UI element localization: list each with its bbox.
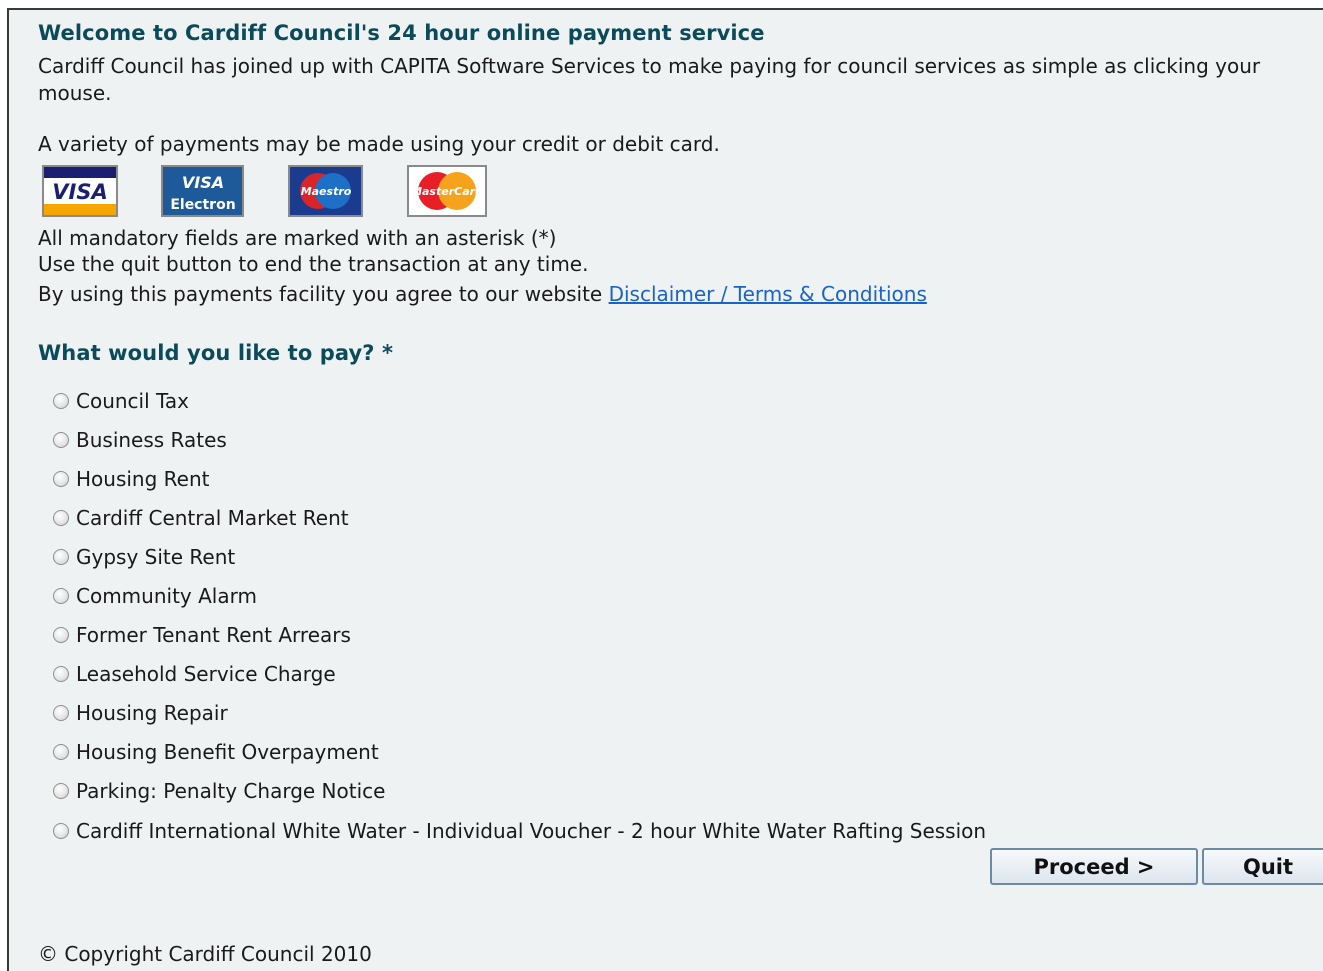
option-central-market-rent[interactable]: Cardiff Central Market Rent [53,498,986,537]
visa-card-icon: VISA [42,165,118,217]
terms-line: By using this payments facility you agre… [38,281,927,308]
radio-button[interactable] [53,431,69,448]
intro-text: Cardiff Council has joined up with CAPIT… [38,54,1261,105]
radio-button[interactable] [53,548,69,565]
cards-accepted-text: A variety of payments may be made using … [38,132,720,156]
option-parking-penalty-charge[interactable]: Parking: Penalty Charge Notice [53,772,986,811]
option-leasehold-service-charge[interactable]: Leasehold Service Charge [53,655,986,694]
visa-electron-card-icon: VISA Electron [161,165,244,217]
option-gypsy-site-rent[interactable]: Gypsy Site Rent [53,537,986,576]
option-label: Gypsy Site Rent [76,544,236,569]
option-community-alarm[interactable]: Community Alarm [53,576,986,615]
option-label: Housing Repair [76,701,228,726]
option-label: Community Alarm [76,584,257,609]
svg-text:VISA: VISA [52,180,107,204]
payment-panel: Welcome to Cardiff Council's 24 hour onl… [7,8,1323,971]
terms-prefix: By using this payments facility you agre… [38,282,603,306]
option-white-water-voucher[interactable]: Cardiff International White Water - Indi… [53,811,986,850]
option-former-tenant-rent-arrears[interactable]: Former Tenant Rent Arrears [53,616,986,655]
quit-button[interactable]: Quit [1202,848,1323,885]
mastercard-card-icon: MasterCard [407,165,487,217]
svg-text:Maestro: Maestro [301,185,352,198]
option-label: Cardiff International White Water - Indi… [76,818,987,843]
option-label: Former Tenant Rent Arrears [76,623,351,648]
option-housing-rent[interactable]: Housing Rent [53,459,986,498]
quit-label: Quit [1242,854,1294,879]
radio-button[interactable] [53,509,69,526]
option-label: Housing Benefit Overpayment [76,740,379,765]
radio-button[interactable] [53,392,69,409]
disclaimer-terms-link[interactable]: Disclaimer / Terms & Conditions [609,282,927,306]
radio-button[interactable] [53,666,69,683]
option-label: Business Rates [76,427,227,452]
mandatory-fields-note: All mandatory fields are marked with an … [38,226,557,250]
option-housing-repair[interactable]: Housing Repair [53,694,986,733]
option-label: Parking: Penalty Charge Notice [76,779,386,804]
svg-text:Electron: Electron [170,197,235,213]
option-label: Leasehold Service Charge [76,662,336,687]
radio-button[interactable] [53,627,69,644]
option-label: Council Tax [76,388,190,413]
payment-question: What would you like to pay? * [38,341,394,365]
option-label: Cardiff Central Market Rent [76,505,349,530]
radio-button[interactable] [53,470,69,487]
option-council-tax[interactable]: Council Tax [53,381,986,420]
radio-button[interactable] [53,744,69,761]
svg-text:VISA: VISA [182,173,224,192]
quit-note: Use the quit button to end the transacti… [38,252,589,276]
radio-button[interactable] [53,705,69,722]
maestro-card-icon: Maestro [288,165,363,217]
option-housing-benefit-overpayment[interactable]: Housing Benefit Overpayment [53,733,986,772]
option-label: Housing Rent [76,466,210,491]
radio-button[interactable] [53,588,69,605]
copyright-text: © Copyright Cardiff Council 2010 [38,942,372,966]
proceed-button[interactable]: Proceed > [990,848,1198,885]
radio-button[interactable] [53,783,69,800]
svg-text:MasterCard: MasterCard [411,185,483,198]
option-business-rates[interactable]: Business Rates [53,420,986,459]
page-title: Welcome to Cardiff Council's 24 hour onl… [38,21,765,45]
radio-button[interactable] [53,822,69,839]
payment-type-options: Council Tax Business Rates Housing Rent … [53,381,986,850]
